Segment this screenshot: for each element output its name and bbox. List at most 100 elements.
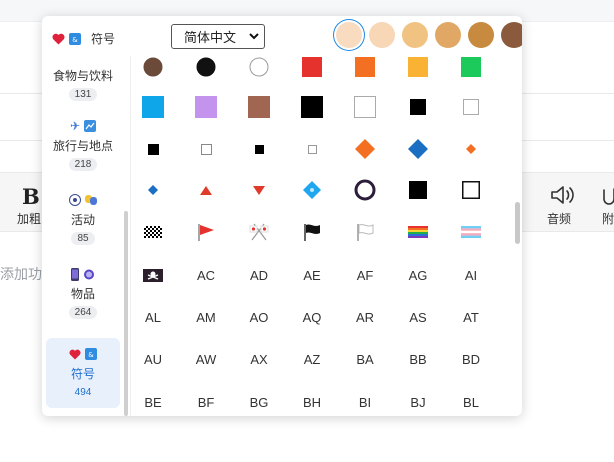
pirate-flag-icon[interactable] [138, 260, 168, 290]
flag-code-ba[interactable]: BA [350, 344, 380, 374]
black-medium-square-icon[interactable] [403, 92, 433, 122]
flag-code-aw[interactable]: AW [191, 344, 221, 374]
soccer-icon [69, 194, 81, 206]
white-tiny-square-icon[interactable] [297, 134, 327, 164]
flag-code-as[interactable]: AS [403, 302, 433, 332]
category-label: 物品 [70, 287, 95, 301]
flag-code-ar[interactable]: AR [350, 302, 380, 332]
flag-code-ai[interactable]: AI [456, 260, 486, 290]
audio-label[interactable]: 音频 [547, 210, 571, 227]
flag-code-am[interactable]: AM [191, 302, 221, 332]
watch-icon [84, 269, 94, 279]
category-label: 旅行与地点 [52, 139, 113, 153]
bold-icon[interactable]: B [22, 184, 40, 209]
audio-icon[interactable] [547, 184, 577, 211]
picker-header-title: & 符号 [52, 30, 115, 47]
attachment-icon[interactable] [602, 184, 614, 211]
flag-code-bf[interactable]: BF [191, 387, 221, 416]
flag-code-ao[interactable]: AO [244, 302, 274, 332]
category-label: 食物与饮料 [52, 69, 113, 83]
red-triangle-up-icon[interactable] [191, 175, 221, 205]
symbols-icon: & [69, 32, 81, 45]
rainbow-flag-icon[interactable] [403, 217, 433, 247]
triangular-flag-icon[interactable] [191, 217, 221, 247]
bold-label[interactable]: 加粗 [17, 210, 41, 227]
flag-code-aq[interactable]: AQ [297, 302, 327, 332]
category-count: 85 [71, 232, 95, 245]
flag-code-bj[interactable]: BJ [403, 387, 433, 416]
small-blue-diamond-icon[interactable] [138, 175, 168, 205]
black-tiny-square-icon[interactable] [244, 134, 274, 164]
white-flag-icon[interactable] [350, 217, 380, 247]
picker-title: 符号 [91, 32, 116, 46]
category-count: 494 [74, 387, 92, 398]
large-blue-diamond-icon[interactable] [403, 134, 433, 164]
heart-icon [52, 33, 65, 44]
brown-square-icon[interactable] [244, 92, 274, 122]
white-circle-icon[interactable] [244, 52, 274, 82]
category-label: 活动 [70, 213, 95, 227]
flag-code-ac[interactable]: AC [191, 260, 221, 290]
blue-square-icon[interactable] [138, 92, 168, 122]
flag-code-at[interactable]: AT [456, 302, 486, 332]
radio-button-icon[interactable] [350, 175, 380, 205]
sidebar-scrollbar[interactable] [124, 211, 128, 416]
category-objects[interactable]: 物品 264 [46, 266, 120, 320]
masks-icon [85, 195, 97, 205]
attachment-label[interactable]: 附 [602, 210, 614, 227]
category-sidebar: 食物与饮料 131 ✈ 旅行与地点 218 活动 85 物品 264 & 符号 … [42, 56, 130, 416]
red-square-icon[interactable] [297, 52, 327, 82]
flag-code-be[interactable]: BE [138, 387, 168, 416]
purple-square-icon[interactable] [191, 92, 221, 122]
category-food[interactable]: 食物与饮料 131 [46, 64, 120, 102]
small-orange-diamond-icon[interactable] [456, 134, 486, 164]
flag-code-ax[interactable]: AX [244, 344, 274, 374]
emoji-grid: AC AD AE AF AG AI AL AM AO AQ AR AS AT AU AW AX AZ BA BB BD… [138, 16, 508, 416]
category-count: 264 [68, 306, 98, 319]
flag-code-bg[interactable]: BG [244, 387, 274, 416]
black-small-square-icon[interactable] [138, 134, 168, 164]
heart-icon [69, 349, 81, 360]
emoji-grid-scrollbar[interactable] [515, 202, 520, 244]
black-large-square-icon[interactable] [297, 92, 327, 122]
diamond-with-dot-icon[interactable] [297, 175, 327, 205]
black-square-button-icon[interactable] [403, 175, 433, 205]
white-medium-square-icon[interactable] [456, 92, 486, 122]
large-orange-diamond-icon[interactable] [350, 134, 380, 164]
flag-code-ae[interactable]: AE [297, 260, 327, 290]
white-square-button-icon[interactable] [456, 175, 486, 205]
flag-code-al[interactable]: AL [138, 302, 168, 332]
category-label: 符号 [70, 367, 95, 381]
crossed-flags-icon[interactable] [244, 217, 274, 247]
flag-code-au[interactable]: AU [138, 344, 168, 374]
white-large-square-icon[interactable] [350, 92, 380, 122]
yellow-square-icon[interactable] [403, 52, 433, 82]
flag-code-bl[interactable]: BL [456, 387, 486, 416]
flag-code-ag[interactable]: AG [403, 260, 433, 290]
flag-code-bh[interactable]: BH [297, 387, 327, 416]
category-count: 131 [68, 88, 98, 101]
flag-code-bd[interactable]: BD [456, 344, 486, 374]
red-triangle-down-icon[interactable] [244, 175, 274, 205]
flag-code-af[interactable]: AF [350, 260, 380, 290]
black-flag-icon[interactable] [297, 217, 327, 247]
flag-code-az[interactable]: AZ [297, 344, 327, 374]
brown-circle-icon[interactable] [138, 52, 168, 82]
checkered-flag-icon[interactable] [138, 217, 168, 247]
category-count: 218 [68, 158, 98, 171]
category-symbols[interactable]: & 符号 494 [46, 338, 120, 408]
category-activities[interactable]: 活动 85 [46, 192, 120, 246]
flag-code-bb[interactable]: BB [403, 344, 433, 374]
orange-square-icon[interactable] [350, 52, 380, 82]
editor-placeholder: 添加功 [0, 266, 42, 282]
flag-code-ad[interactable]: AD [244, 260, 274, 290]
phone-icon [71, 267, 79, 281]
flag-code-bi[interactable]: BI [350, 387, 380, 416]
sidebar-divider [130, 56, 131, 416]
white-small-square-icon[interactable] [191, 134, 221, 164]
category-travel[interactable]: ✈ 旅行与地点 218 [46, 118, 120, 172]
black-circle-icon[interactable] [191, 52, 221, 82]
transgender-flag-icon[interactable] [456, 217, 486, 247]
map-icon [84, 120, 97, 132]
green-square-icon[interactable] [456, 52, 486, 82]
